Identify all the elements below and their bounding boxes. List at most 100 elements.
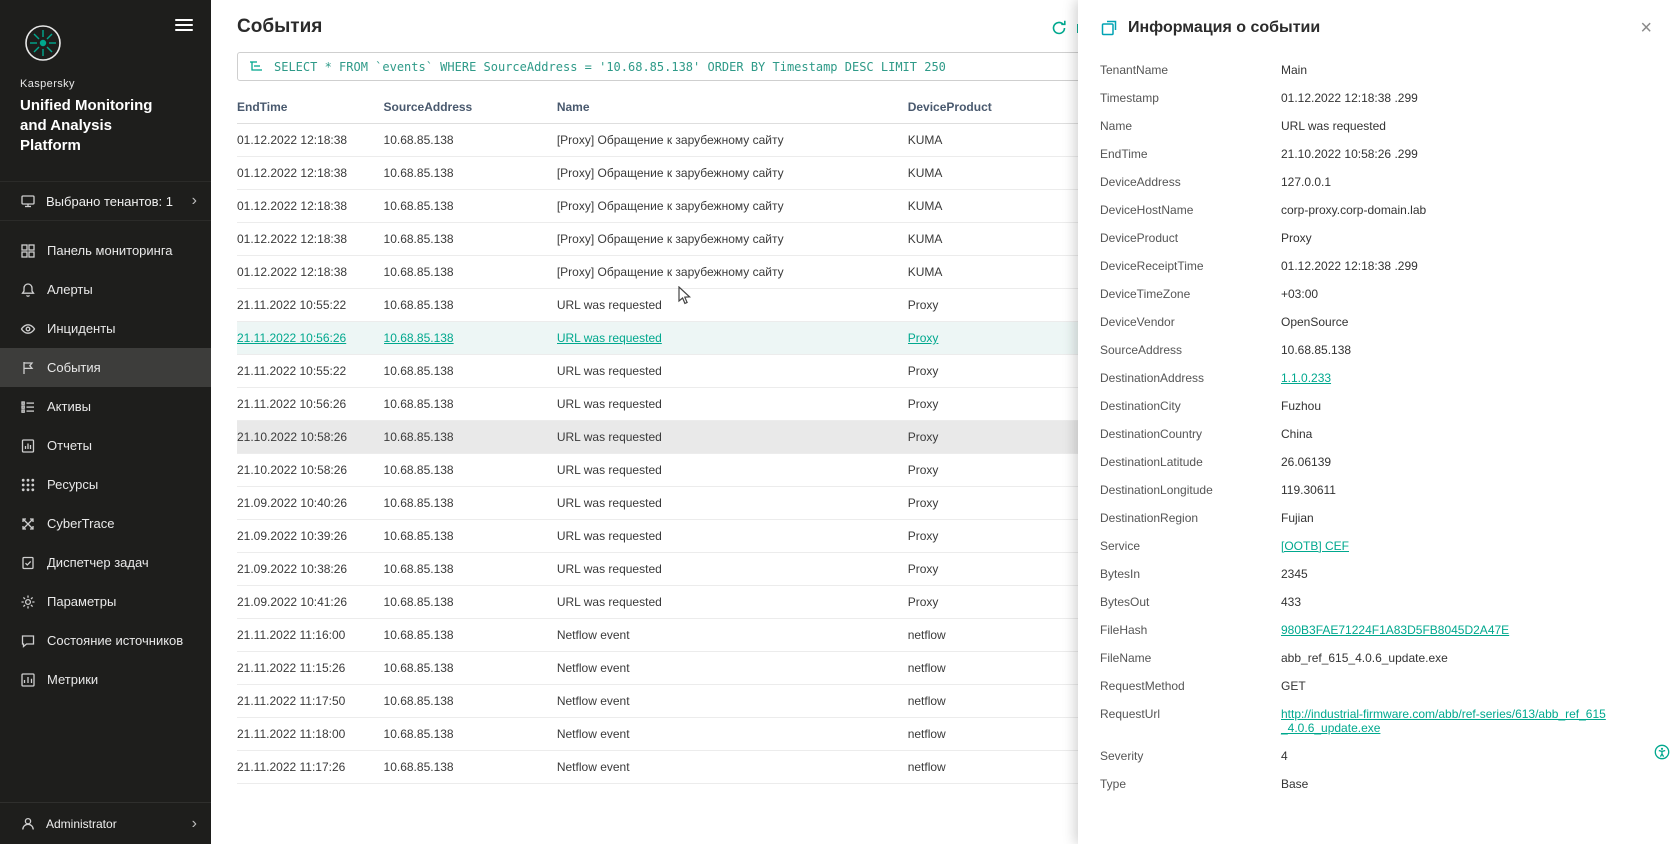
sidebar-item-source-status[interactable]: Состояние источников bbox=[0, 621, 211, 660]
field-key: RequestMethod bbox=[1100, 679, 1281, 693]
table-cell: [Proxy] Обращение к зарубежному сайту bbox=[557, 124, 908, 157]
field-value: Main bbox=[1281, 63, 1307, 77]
sidebar-item-label: Параметры bbox=[47, 594, 116, 609]
sidebar-item-metrics[interactable]: Метрики bbox=[0, 660, 211, 699]
field-value-link[interactable]: http://industrial-firmware.com/abb/ref-s… bbox=[1281, 707, 1611, 735]
event-field-row: DeviceProductProxy bbox=[1100, 224, 1652, 252]
field-value-link[interactable]: [OOTB] CEF bbox=[1281, 539, 1349, 553]
table-cell: netflow bbox=[908, 685, 1086, 718]
table-cell: URL was requested bbox=[557, 586, 908, 619]
event-field-row: DestinationCountryChina bbox=[1100, 420, 1652, 448]
field-value: +03:00 bbox=[1281, 287, 1318, 301]
sidebar-item-assets[interactable]: Активы bbox=[0, 387, 211, 426]
event-field-row: FileNameabb_ref_615_4.0.6_update.exe bbox=[1100, 644, 1652, 672]
sidebar-item-events[interactable]: События bbox=[0, 348, 211, 387]
sidebar-item-incidents[interactable]: Инциденты bbox=[0, 309, 211, 348]
sidebar-item-dashboard[interactable]: Панель мониторинга bbox=[0, 231, 211, 270]
table-cell: KUMA bbox=[908, 190, 1086, 223]
user-menu[interactable]: Administrator › bbox=[0, 802, 211, 844]
field-key: Service bbox=[1100, 539, 1281, 553]
field-value: 01.12.2022 12:18:38 .299 bbox=[1281, 91, 1418, 105]
column-header[interactable]: EndTime bbox=[237, 91, 384, 124]
sidebar-item-resources[interactable]: Ресурсы bbox=[0, 465, 211, 504]
field-value: 127.0.0.1 bbox=[1281, 175, 1331, 189]
column-header[interactable]: DeviceProduct bbox=[908, 91, 1086, 124]
table-cell: 21.11.2022 10:56:26 bbox=[237, 388, 384, 421]
sidebar-item-alerts[interactable]: Алерты bbox=[0, 270, 211, 309]
query-builder-icon[interactable] bbox=[248, 59, 264, 75]
table-cell: Netflow event bbox=[557, 619, 908, 652]
panel-title: Информация о событии bbox=[1128, 19, 1320, 37]
table-cell: 01.12.2022 12:18:38 bbox=[237, 190, 384, 223]
table-cell: 21.10.2022 10:58:26 bbox=[237, 454, 384, 487]
sidebar-item-label: События bbox=[47, 360, 101, 375]
sidebar-item-label: Ресурсы bbox=[47, 477, 98, 492]
table-cell: URL was requested bbox=[557, 388, 908, 421]
refresh-icon[interactable] bbox=[1049, 18, 1069, 38]
user-name: Administrator bbox=[46, 817, 117, 831]
accessibility-icon[interactable] bbox=[1654, 744, 1670, 760]
field-value-link[interactable]: 980B3FAE71224F1A83D5FB8045D2A47E bbox=[1281, 623, 1509, 637]
table-cell: netflow bbox=[908, 619, 1086, 652]
event-field-row: DestinationCityFuzhou bbox=[1100, 392, 1652, 420]
field-key: Type bbox=[1100, 777, 1281, 791]
tenant-selector[interactable]: Выбрано тенантов: 1 › bbox=[0, 181, 211, 221]
column-header[interactable]: Name bbox=[557, 91, 908, 124]
table-cell: 21.11.2022 11:16:00 bbox=[237, 619, 384, 652]
table-cell: KUMA bbox=[908, 157, 1086, 190]
dashboard-icon bbox=[20, 243, 36, 259]
sql-query-input[interactable]: SELECT * FROM `events` WHERE SourceAddre… bbox=[274, 60, 946, 74]
table-cell: URL was requested bbox=[557, 322, 908, 355]
table-cell: 10.68.85.138 bbox=[384, 619, 557, 652]
close-icon[interactable]: × bbox=[1640, 18, 1652, 38]
table-cell: URL was requested bbox=[557, 355, 908, 388]
table-cell: 01.12.2022 12:18:38 bbox=[237, 256, 384, 289]
table-cell: 10.68.85.138 bbox=[384, 157, 557, 190]
field-key: BytesOut bbox=[1100, 595, 1281, 609]
table-cell: netflow bbox=[908, 652, 1086, 685]
sidebar-item-label: Отчеты bbox=[47, 438, 92, 453]
sidebar-item-label: Метрики bbox=[47, 672, 98, 687]
field-value: China bbox=[1281, 427, 1312, 441]
table-cell: 10.68.85.138 bbox=[384, 685, 557, 718]
bell-icon bbox=[20, 282, 36, 298]
menu-icon[interactable] bbox=[175, 16, 193, 34]
event-field-row: BytesOut433 bbox=[1100, 588, 1652, 616]
sidebar-item-cybertrace[interactable]: CyberTrace bbox=[0, 504, 211, 543]
table-cell: URL was requested bbox=[557, 289, 908, 322]
sidebar-item-label: Активы bbox=[47, 399, 91, 414]
field-key: EndTime bbox=[1100, 147, 1281, 161]
table-cell: 10.68.85.138 bbox=[384, 223, 557, 256]
table-cell: 21.09.2022 10:41:26 bbox=[237, 586, 384, 619]
field-value: corp-proxy.corp-domain.lab bbox=[1281, 203, 1426, 217]
table-cell: 21.09.2022 10:40:26 bbox=[237, 487, 384, 520]
field-value-link[interactable]: 1.1.0.233 bbox=[1281, 371, 1331, 385]
sidebar-item-task-manager[interactable]: Диспетчер задач bbox=[0, 543, 211, 582]
field-key: DestinationLatitude bbox=[1100, 455, 1281, 469]
event-info-panel: Информация о событии × TenantNameMainTim… bbox=[1078, 0, 1676, 844]
event-field-row: DestinationAddress1.1.0.233 bbox=[1100, 364, 1652, 392]
report-icon bbox=[20, 438, 36, 454]
table-cell: 01.12.2022 12:18:38 bbox=[237, 124, 384, 157]
field-value: Fuzhou bbox=[1281, 399, 1321, 413]
field-key: DestinationRegion bbox=[1100, 511, 1281, 525]
table-cell: 10.68.85.138 bbox=[384, 190, 557, 223]
event-field-row: Severity4 bbox=[1100, 742, 1652, 770]
tenant-icon bbox=[20, 193, 36, 209]
column-header[interactable]: SourceAddress bbox=[384, 91, 557, 124]
table-cell: 21.09.2022 10:39:26 bbox=[237, 520, 384, 553]
table-cell: netflow bbox=[908, 751, 1086, 784]
field-value: URL was requested bbox=[1281, 119, 1386, 133]
sidebar-item-label: Инциденты bbox=[47, 321, 116, 336]
table-cell: [Proxy] Обращение к зарубежному сайту bbox=[557, 190, 908, 223]
table-cell: [Proxy] Обращение к зарубежному сайту bbox=[557, 157, 908, 190]
field-key: DeviceAddress bbox=[1100, 175, 1281, 189]
field-value: 21.10.2022 10:58:26 .299 bbox=[1281, 147, 1418, 161]
resources-icon bbox=[20, 477, 36, 493]
table-cell: netflow bbox=[908, 718, 1086, 751]
sidebar-item-settings[interactable]: Параметры bbox=[0, 582, 211, 621]
sidebar-item-reports[interactable]: Отчеты bbox=[0, 426, 211, 465]
table-cell: URL was requested bbox=[557, 553, 908, 586]
event-field-row: TypeBase bbox=[1100, 770, 1652, 798]
sources-icon bbox=[20, 633, 36, 649]
